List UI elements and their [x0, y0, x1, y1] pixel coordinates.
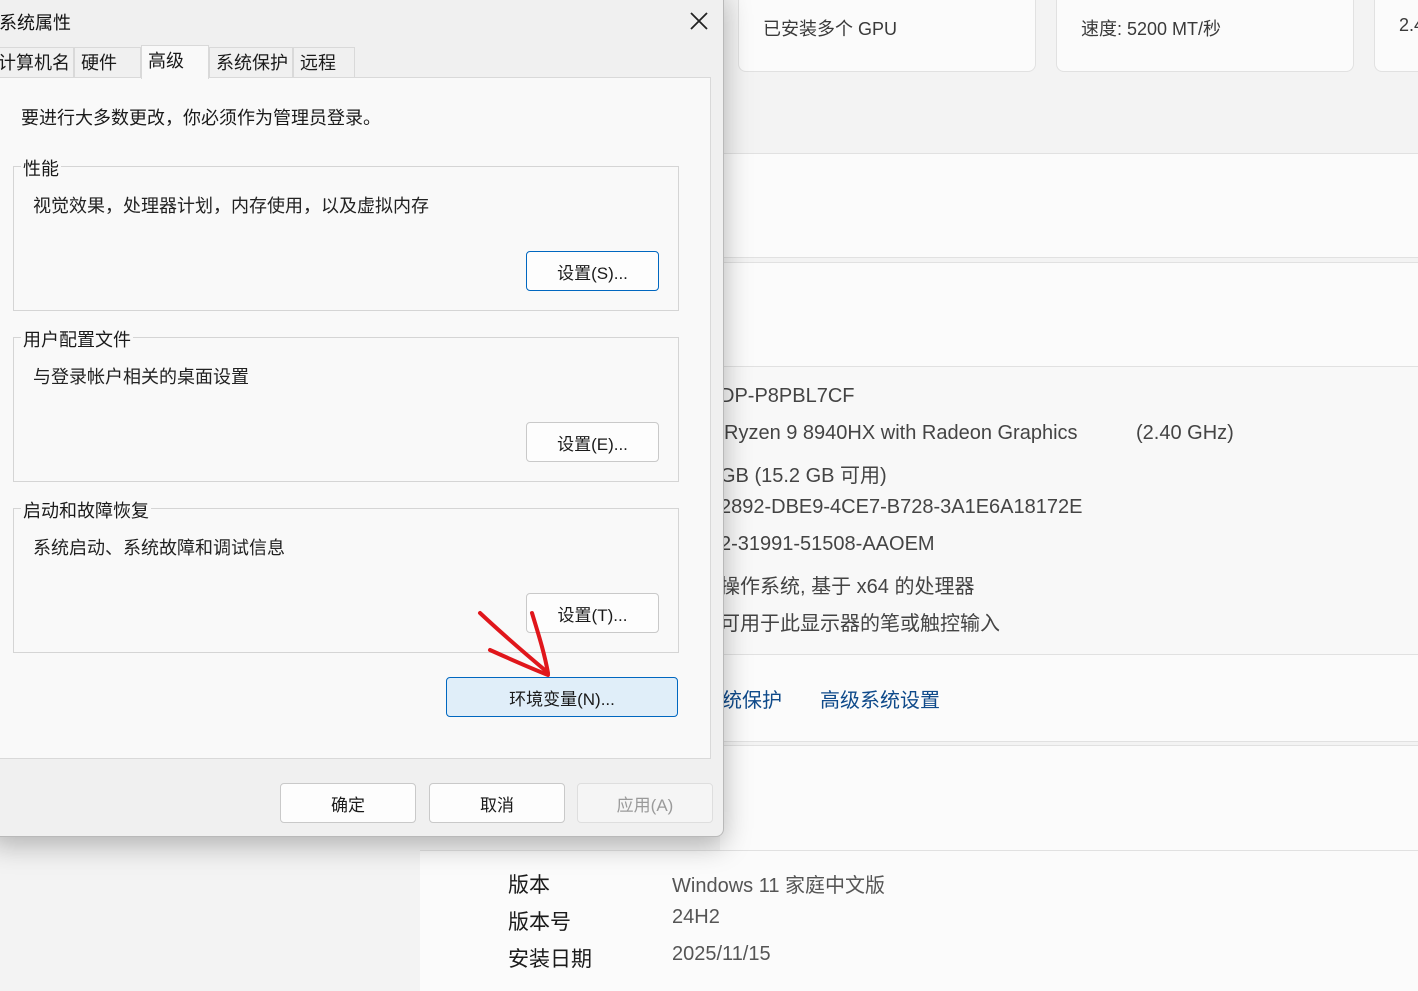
user-profiles-settings-button[interactable]: 设置(E)... [526, 422, 659, 462]
install-date-value: 2025/11/15 [672, 943, 771, 965]
apply-button: 应用(A) [577, 783, 713, 823]
cancel-button[interactable]: 取消 [429, 783, 565, 823]
gpu-card: 已安装多个 GPU [738, 0, 1036, 72]
cpu-speed-card: 2.4 [1374, 0, 1418, 72]
install-date-label: 安装日期 [508, 948, 592, 971]
tab-computer-name[interactable]: 计算机名 [0, 47, 74, 77]
memory-speed-text: 速度: 5200 MT/秒 [1081, 19, 1222, 39]
close-icon[interactable] [687, 9, 711, 33]
tab-system-protection[interactable]: 系统保护 [209, 47, 293, 77]
dialog-title: 系统属性 [0, 13, 71, 33]
ok-button[interactable]: 确定 [280, 783, 416, 823]
user-profiles-title: 用户配置文件 [21, 326, 133, 352]
settings-panel-2 [720, 262, 1418, 367]
version-value: 24H2 [672, 906, 720, 928]
pen-touch-value: 可用于此显示器的笔或触控输入 [720, 613, 1000, 635]
system-type-value: 操作系统, 基于 x64 的处理器 [720, 576, 975, 598]
product-id-value: 2-31991-51508-AAOEM [720, 533, 935, 555]
performance-title: 性能 [21, 155, 61, 181]
version-label: 版本号 [508, 911, 571, 934]
environment-variables-button[interactable]: 环境变量(N)... [446, 677, 678, 717]
processor-speed-value: (2.40 GHz) [1136, 422, 1234, 444]
system-properties-dialog: 系统属性 计算机名 硬件 高级 系统保护 远程 要进行大多数更改，你必须作为管理… [0, 0, 724, 837]
device-name-value: DP-P8PBL7CF [720, 385, 855, 407]
device-id-value: 2892-DBE9-4CE7-B728-3A1E6A18172E [720, 496, 1083, 518]
tab-hardware[interactable]: 硬件 [74, 47, 141, 77]
system-protection-link[interactable]: 统保护 [722, 684, 782, 713]
settings-panel-1 [720, 153, 1418, 258]
performance-settings-button[interactable]: 设置(S)... [526, 251, 659, 291]
ram-value: GB (15.2 GB 可用) [720, 465, 887, 487]
settings-panel-3 [720, 745, 1418, 852]
advanced-system-settings-link[interactable]: 高级系统设置 [820, 684, 940, 713]
admin-note: 要进行大多数更改，你必须作为管理员登录。 [21, 108, 381, 128]
user-profiles-desc: 与登录帐户相关的桌面设置 [33, 367, 249, 387]
processor-value: Ryzen 9 8940HX with Radeon Graphics [724, 422, 1078, 444]
startup-recovery-settings-button[interactable]: 设置(T)... [526, 593, 659, 633]
memory-speed-card: 速度: 5200 MT/秒 [1056, 0, 1354, 72]
cpu-speed-card-text: 2.4 [1399, 15, 1418, 35]
startup-recovery-desc: 系统启动、系统故障和调试信息 [33, 538, 285, 558]
tab-remote[interactable]: 远程 [293, 47, 355, 77]
edition-label: 版本 [508, 874, 550, 897]
gpu-card-text: 已安装多个 GPU [763, 19, 898, 39]
startup-recovery-title: 启动和故障恢复 [21, 497, 151, 523]
performance-desc: 视觉效果，处理器计划，内存使用，以及虚拟内存 [33, 196, 429, 216]
edition-value: Windows 11 家庭中文版 [672, 875, 886, 897]
tab-advanced[interactable]: 高级 [141, 45, 209, 79]
